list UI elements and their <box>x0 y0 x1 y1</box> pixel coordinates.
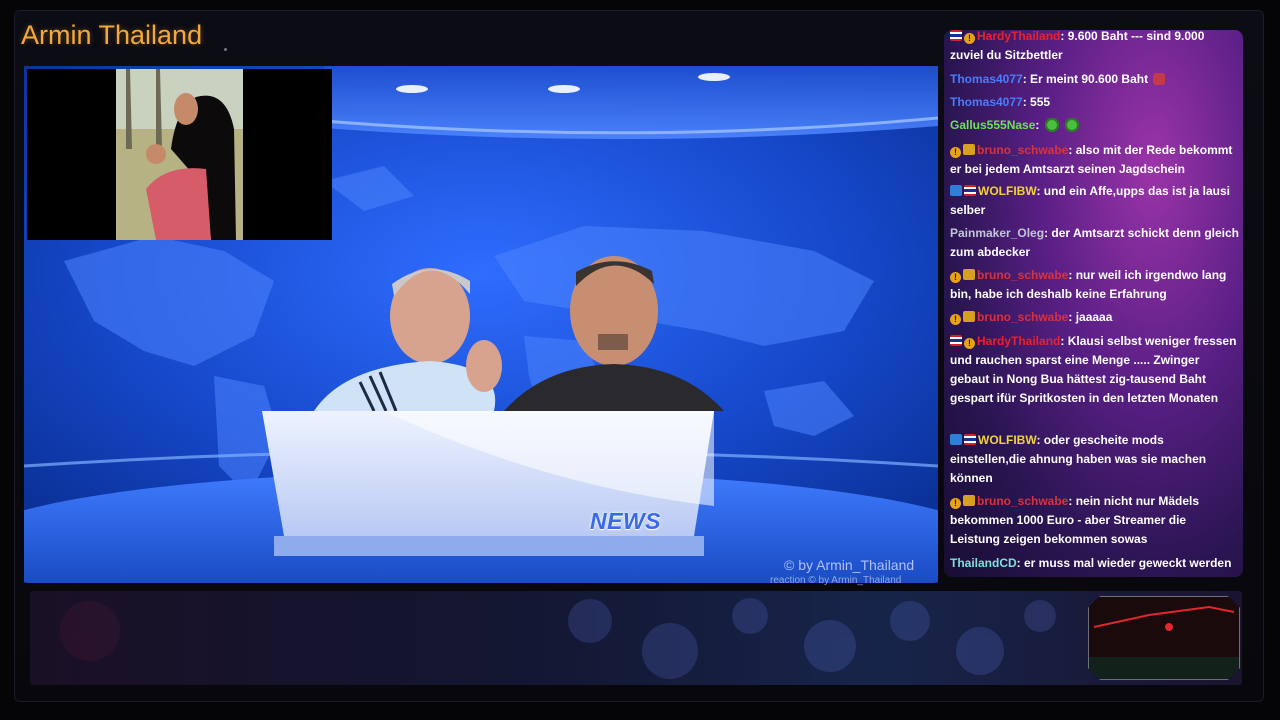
fire-badge-icon <box>963 269 975 280</box>
chat-message: ! bruno_schwabe: also mit der Rede bekomm… <box>950 141 1239 179</box>
desk-news-logo: NEWS <box>590 508 661 534</box>
chat-username[interactable]: HardyThailand <box>977 30 1060 43</box>
warn-badge-icon: ! <box>964 338 975 349</box>
emote-icon <box>1153 73 1166 85</box>
reaction-watermark: reaction © by Armin_Thailand <box>770 575 902 586</box>
chat-text: : er muss mal wieder geweckt werden <box>1016 556 1232 570</box>
warn-badge-icon: ! <box>950 272 961 283</box>
warn-badge-icon: ! <box>950 147 961 158</box>
chat-text: : <box>1035 118 1040 132</box>
flag-th-badge-icon <box>950 335 962 346</box>
warn-badge-icon: ! <box>950 498 961 509</box>
fire-badge-icon <box>963 495 975 506</box>
warn-badge-icon: ! <box>950 314 961 325</box>
chat-username[interactable]: Painmaker_Oleg <box>950 226 1044 240</box>
bokeh-decoration <box>60 598 1056 679</box>
webcam-frame <box>1089 597 1239 679</box>
channel-title: Armin Thailand <box>21 20 203 50</box>
prime-badge-icon <box>950 185 962 196</box>
chat-message: WOLFIBW: und ein Affe,upps das ist ja la… <box>950 182 1239 220</box>
chat-message: ! bruno_schwabe: nein nicht nur Mädels be… <box>950 492 1239 549</box>
chat-message: Thomas4077: 555 <box>950 93 1239 112</box>
chat-message: Gallus555Nase: <box>950 116 1239 135</box>
pip-video[interactable] <box>27 69 332 240</box>
chat-username[interactable]: WOLFIBW <box>978 184 1036 198</box>
chat-text: : Er meint 90.600 Baht <box>1022 72 1149 86</box>
chat-username[interactable]: Thomas4077 <box>950 95 1023 109</box>
chat-message: Thomas4077: Er meint 90.600 Baht <box>950 70 1239 89</box>
pip-video-frame <box>116 69 243 240</box>
chat-message: ! bruno_schwabe: nur weil ich irgendwo la… <box>950 266 1239 304</box>
chat-username[interactable]: HardyThailand <box>977 334 1060 348</box>
chat-username[interactable]: Thomas4077 <box>950 72 1023 86</box>
chat-text: : 555 <box>1022 95 1051 109</box>
chat-message: ! HardyThailand: 9.600 Baht --- sind 9.00… <box>950 30 1239 65</box>
fire-badge-icon <box>963 311 975 322</box>
title-dot <box>224 48 227 51</box>
prime-badge-icon <box>950 434 962 445</box>
chat-message: ! bruno_schwabe: jaaaaa <box>950 308 1239 327</box>
chat-message: WOLFIBW: oder gescheite mods einstellen,… <box>950 431 1239 488</box>
chat-message: ThailandCD: er muss mal wieder geweckt w… <box>950 554 1239 573</box>
chat-message: ! HardyThailand: Klausi selbst weniger fr… <box>950 332 1239 408</box>
warn-badge-icon: ! <box>964 33 975 44</box>
flag-th-badge-icon <box>964 434 976 445</box>
emote-icon <box>1065 118 1080 132</box>
flag-th-badge-icon <box>950 30 962 41</box>
chat-username[interactable]: bruno_schwabe <box>977 143 1068 157</box>
chat-message-list[interactable]: ! HardyThailand: 9.600 Baht --- sind 9.00… <box>944 30 1243 577</box>
flag-th-badge-icon <box>964 185 976 196</box>
chat-username[interactable]: bruno_schwabe <box>977 268 1068 282</box>
chat-panel[interactable]: ! HardyThailand: 9.600 Baht --- sind 9.00… <box>944 30 1243 577</box>
bottom-banner <box>30 591 1242 685</box>
webcam-thumbnail[interactable] <box>1088 596 1240 680</box>
fire-badge-icon <box>963 144 975 155</box>
chat-username[interactable]: bruno_schwabe <box>977 494 1068 508</box>
chat-username[interactable]: ThailandCD <box>950 556 1017 570</box>
emote-icon <box>1045 118 1060 132</box>
chat-username[interactable]: WOLFIBW <box>978 433 1036 447</box>
stream-watermark: © by Armin_Thailand <box>784 557 915 573</box>
chat-username[interactable]: Gallus555Nase <box>950 118 1035 132</box>
chat-username[interactable]: bruno_schwabe <box>977 310 1068 324</box>
chat-message: Painmaker_Oleg: der Amtsarzt schickt den… <box>950 224 1239 262</box>
chat-text: : jaaaaa <box>1068 310 1113 324</box>
